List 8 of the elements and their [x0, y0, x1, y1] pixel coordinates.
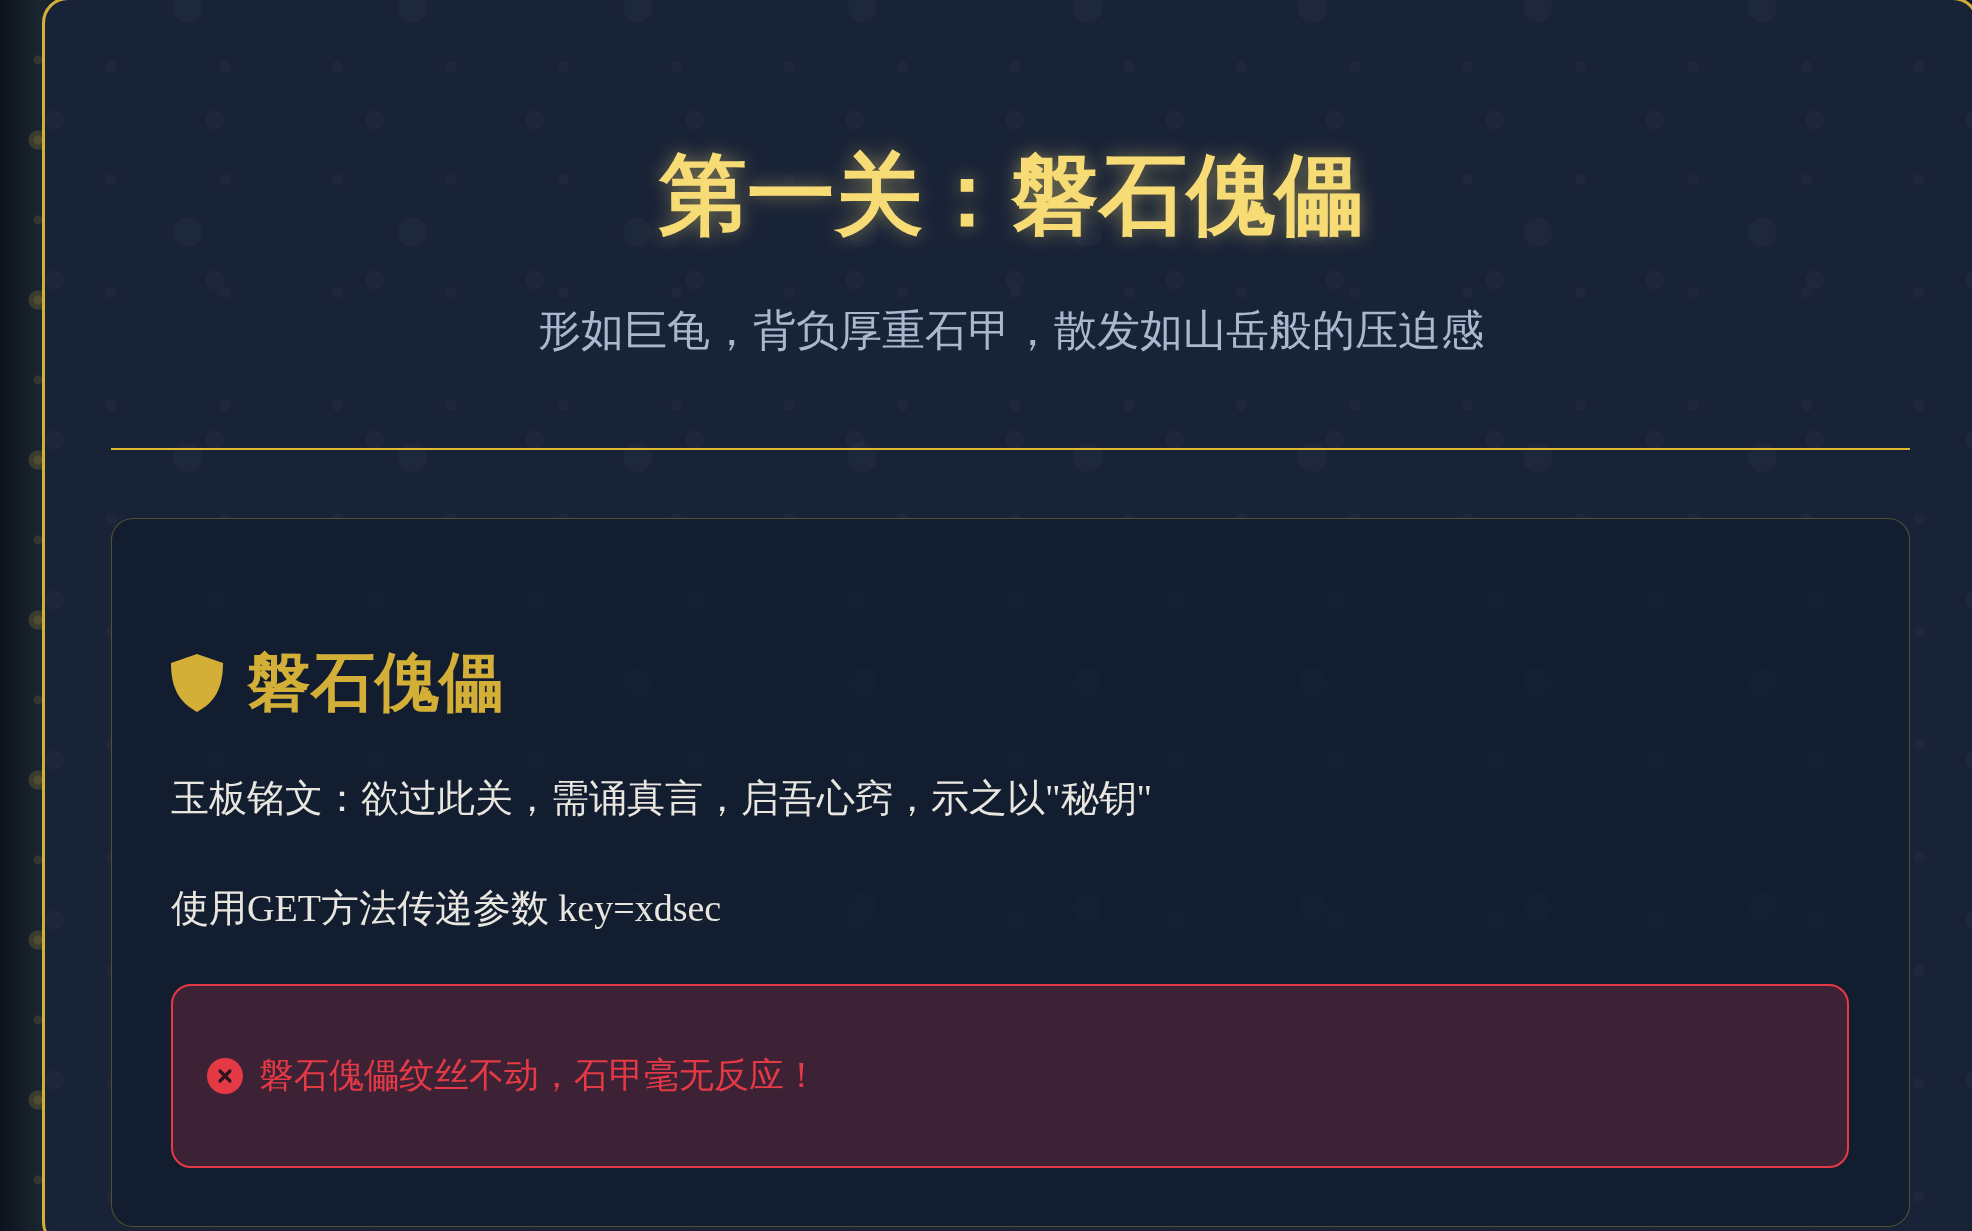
inscription-text: 使用GET方法传递参数 key=xdsec — [171, 885, 723, 931]
level-title: 第一关：磐石傀儡 — [657, 146, 1364, 246]
card-heading: 磐石傀儡 — [247, 646, 503, 721]
inscription-text: 玉板铭文：欲过此关，需诵真言，启吾心窍，示之以"秘钥" — [171, 775, 1154, 821]
alert-message: 磐石傀儡纹丝不动，石甲毫无反应！ — [259, 1054, 819, 1097]
error-icon — [207, 1057, 243, 1094]
shield-icon — [171, 654, 223, 713]
level-subtitle: 形如巨龟，背负厚重石甲，散发如山岳般的压迫感 — [536, 305, 1485, 356]
